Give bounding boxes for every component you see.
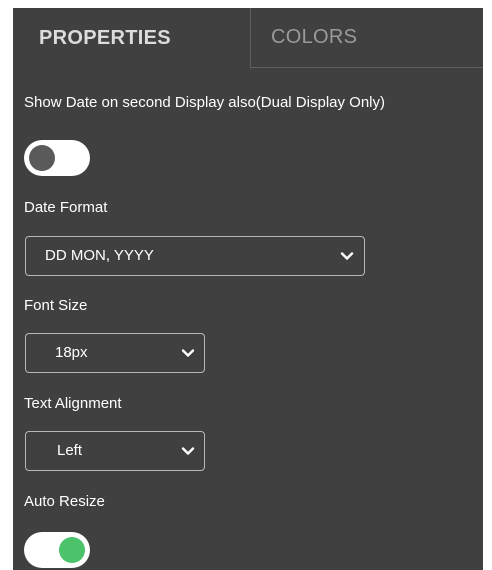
- font-size-select[interactable]: 18px: [25, 333, 205, 373]
- font-size-value: 18px: [55, 344, 88, 361]
- text-alignment-select[interactable]: Left: [25, 431, 205, 471]
- date-format-label: Date Format: [24, 199, 108, 216]
- toggle-knob: [29, 145, 55, 171]
- chevron-down-icon: [181, 349, 195, 357]
- tab-colors[interactable]: COLORS: [250, 8, 483, 68]
- show-date-second-display-toggle[interactable]: [24, 140, 90, 176]
- date-format-value: DD MON, YYYY: [45, 247, 154, 264]
- text-alignment-label: Text Alignment: [24, 395, 122, 412]
- text-alignment-value: Left: [57, 442, 83, 459]
- properties-panel: PROPERTIES COLORS Show Date on second Di…: [13, 8, 483, 570]
- auto-resize-label: Auto Resize: [24, 493, 105, 510]
- tab-properties-label: PROPERTIES: [39, 26, 171, 49]
- chevron-down-icon: [181, 447, 195, 455]
- show-date-second-display-label: Show Date on second Display also(Dual Di…: [24, 94, 385, 111]
- toggle-knob: [59, 537, 85, 563]
- font-size-label: Font Size: [24, 297, 88, 314]
- date-format-select[interactable]: DD MON, YYYY: [25, 236, 365, 276]
- auto-resize-toggle[interactable]: [24, 532, 90, 568]
- tab-bar: PROPERTIES COLORS: [13, 8, 483, 68]
- tab-colors-label: COLORS: [271, 26, 358, 48]
- chevron-down-icon: [340, 252, 354, 260]
- tab-properties[interactable]: PROPERTIES: [13, 8, 250, 68]
